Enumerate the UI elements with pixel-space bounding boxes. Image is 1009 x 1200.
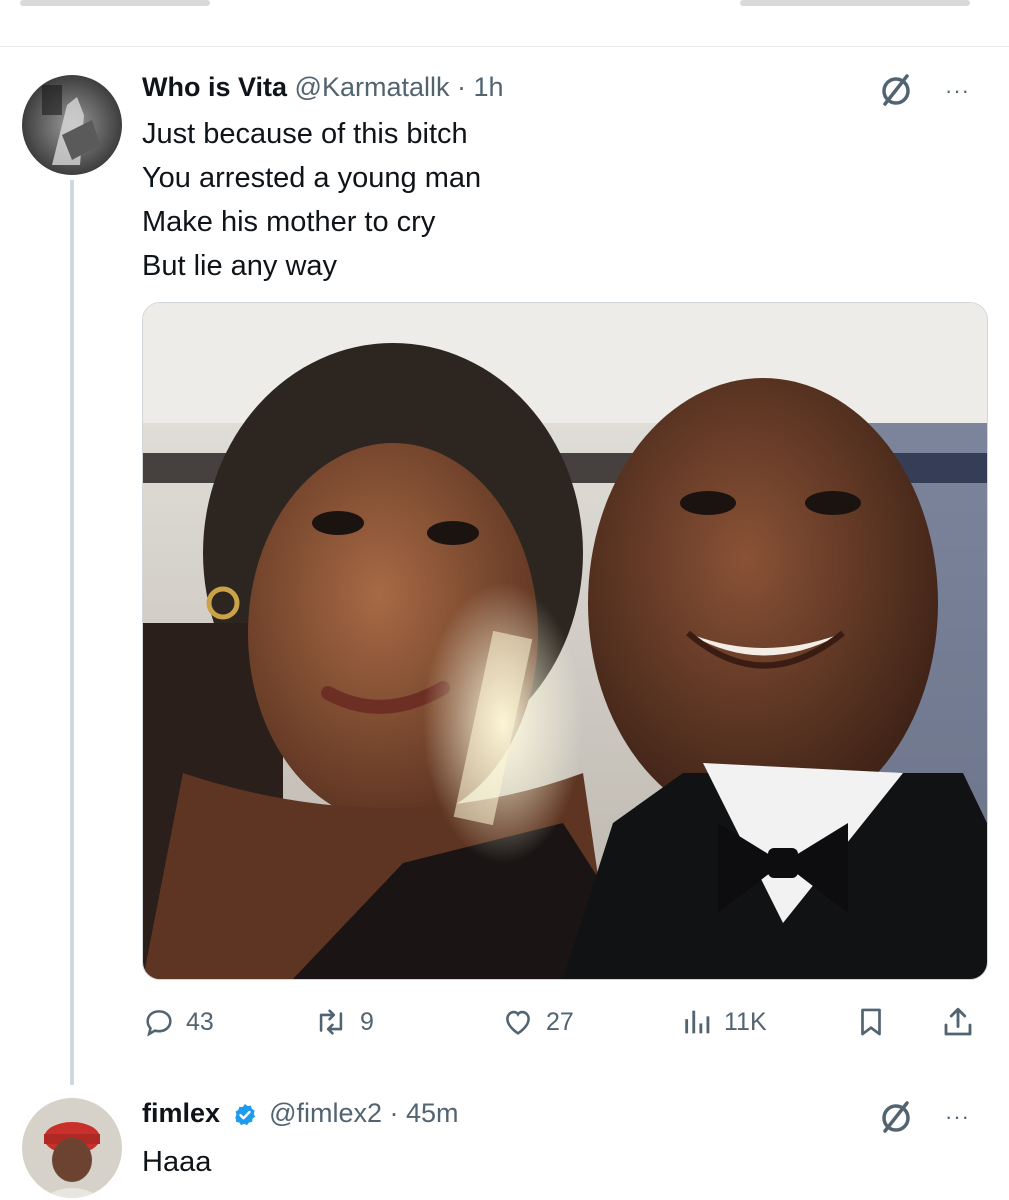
tweet-header: fimlex @fimlex2 · 45m (142, 1098, 459, 1129)
tweet-line: Just because of this bitch (142, 118, 468, 150)
tweet-line: You arrested a young man (142, 162, 482, 194)
tweet-photo[interactable] (142, 302, 988, 980)
more-icon[interactable]: ··· (945, 78, 970, 104)
display-name[interactable]: fimlex (142, 1098, 220, 1128)
timestamp[interactable]: 1h (474, 72, 504, 102)
tweet-line: Make his mother to cry (142, 206, 436, 238)
more-icon[interactable]: ··· (945, 1104, 970, 1130)
top-bar-remnant (20, 0, 210, 6)
views-icon (685, 1010, 710, 1034)
repost-button[interactable]: 9 (312, 1000, 374, 1044)
reply-count: 43 (186, 1007, 214, 1036)
grok-icon[interactable] (876, 1097, 916, 1137)
verified-icon (234, 1103, 255, 1126)
like-count: 27 (546, 1007, 574, 1036)
like-button[interactable]: 27 (500, 1000, 574, 1044)
tweet-line: Haaa (142, 1146, 212, 1178)
tweet-text: Just because of this bitch You arrested … (142, 112, 481, 288)
separator: · (449, 72, 474, 102)
bookmark-button[interactable] (854, 1000, 898, 1044)
grok-icon[interactable] (876, 70, 916, 110)
repost-icon (319, 1009, 343, 1035)
tweet-line: But lie any way (142, 250, 338, 282)
separator: · (382, 1098, 407, 1128)
timestamp[interactable]: 45m (406, 1098, 459, 1128)
thread-line (70, 180, 74, 1085)
like-icon (506, 1010, 530, 1035)
repost-count: 9 (360, 1007, 374, 1036)
reply-icon (146, 1010, 172, 1037)
top-bar-remnant (740, 0, 970, 6)
share-button[interactable] (940, 1000, 986, 1044)
bookmark-icon (861, 1008, 881, 1036)
user-handle[interactable]: @Karmatallk (295, 72, 450, 102)
top-bar (0, 0, 1009, 47)
display-name[interactable]: Who is Vita (142, 72, 287, 102)
share-icon (944, 1007, 972, 1036)
views-button[interactable]: 11K (682, 1000, 767, 1044)
views-count: 11K (724, 1007, 767, 1036)
reply-button[interactable]: 43 (142, 1000, 214, 1044)
tweet-header: Who is Vita @Karmatallk · 1h (142, 72, 504, 103)
avatar[interactable] (22, 75, 122, 175)
user-handle[interactable]: @fimlex2 (269, 1098, 382, 1128)
tweet-text: Haaa (142, 1140, 211, 1184)
tweet-actions: 43 9 27 11K (142, 1000, 992, 1044)
avatar[interactable] (22, 1098, 122, 1198)
